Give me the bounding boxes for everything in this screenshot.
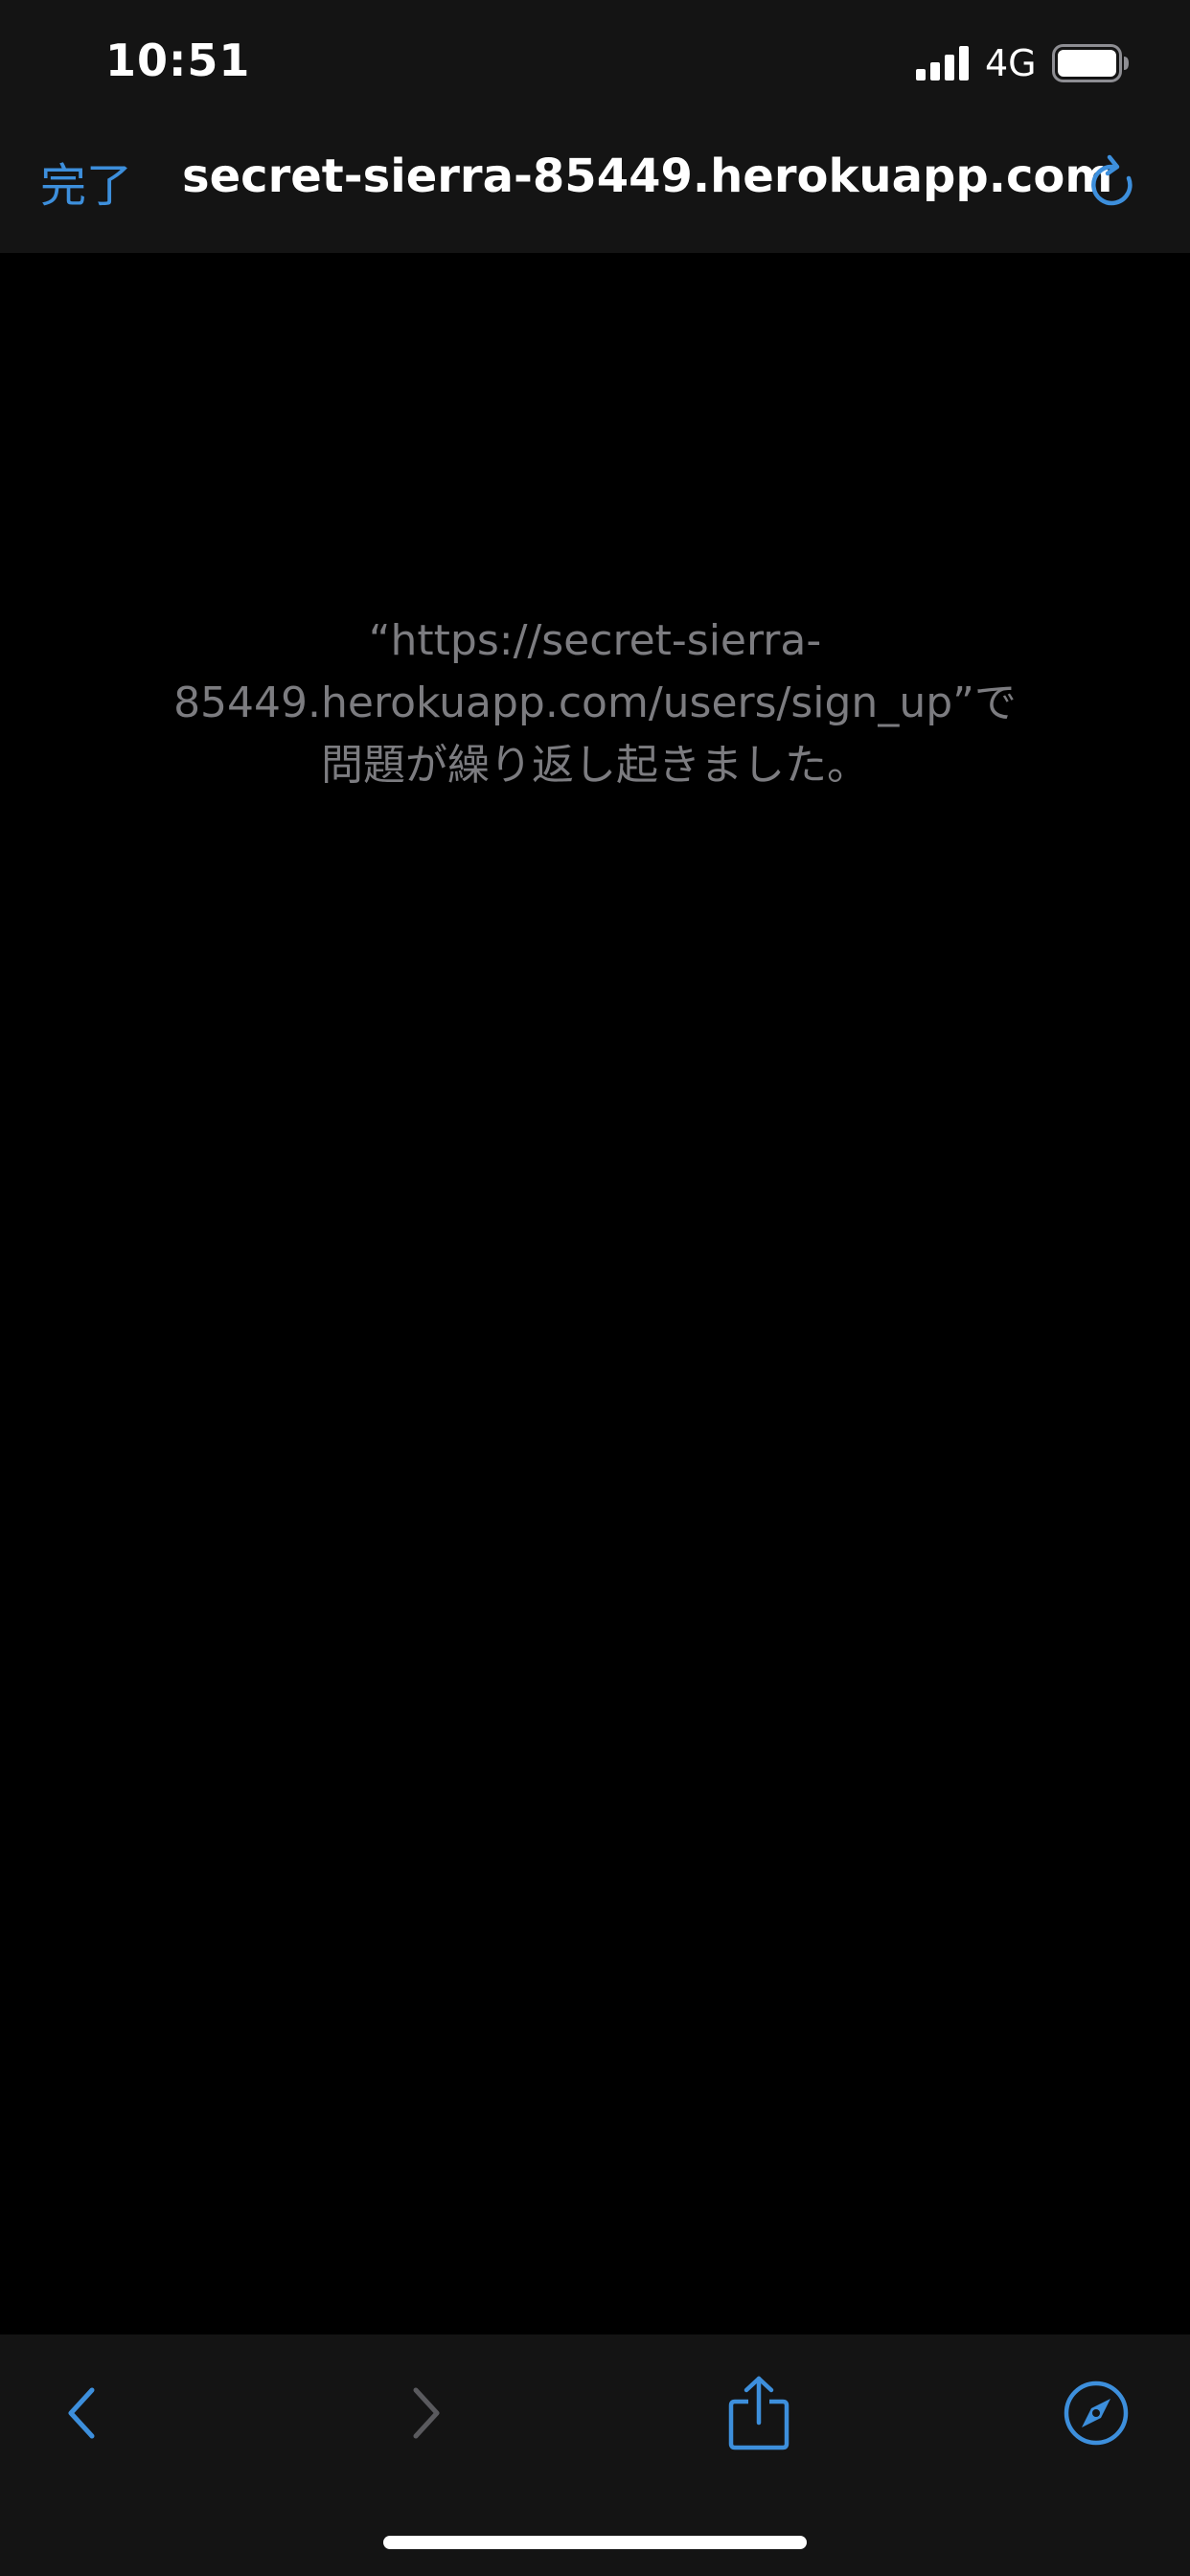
screen: 10:51 4G 完了 secret-sierra-85449.herokuap…	[0, 0, 1190, 2576]
error-message: “https://secret-sierra- 85449.herokuapp.…	[105, 610, 1085, 796]
done-button[interactable]: 完了	[40, 148, 132, 215]
status-time: 10:51	[105, 34, 251, 86]
back-button[interactable]	[44, 2375, 121, 2451]
share-icon	[728, 2376, 790, 2450]
reload-icon[interactable]	[1088, 153, 1136, 211]
cellular-signal-icon	[916, 46, 969, 80]
forward-button[interactable]	[387, 2375, 464, 2451]
page-url-title: secret-sierra-85449.herokuapp.com	[182, 150, 1113, 203]
error-message-line: 問題が繰り返し起きました。	[321, 741, 869, 790]
error-message-line: 85449.herokuapp.com/users/sign_up”で	[173, 678, 1017, 727]
open-in-safari-button[interactable]	[1058, 2375, 1134, 2451]
network-type-label: 4G	[985, 42, 1037, 84]
battery-icon	[1052, 44, 1129, 82]
chevron-left-icon	[68, 2387, 95, 2439]
compass-icon	[1064, 2380, 1129, 2446]
home-indicator[interactable]	[383, 2536, 807, 2549]
bottom-toolbar	[0, 2334, 1190, 2576]
chevron-right-icon	[413, 2387, 440, 2439]
web-content-area: “https://secret-sierra- 85449.herokuapp.…	[0, 253, 1190, 2334]
error-message-line: “https://secret-sierra-	[368, 616, 822, 665]
share-button[interactable]	[721, 2375, 797, 2451]
top-chrome: 10:51 4G 完了 secret-sierra-85449.herokuap…	[0, 0, 1190, 253]
